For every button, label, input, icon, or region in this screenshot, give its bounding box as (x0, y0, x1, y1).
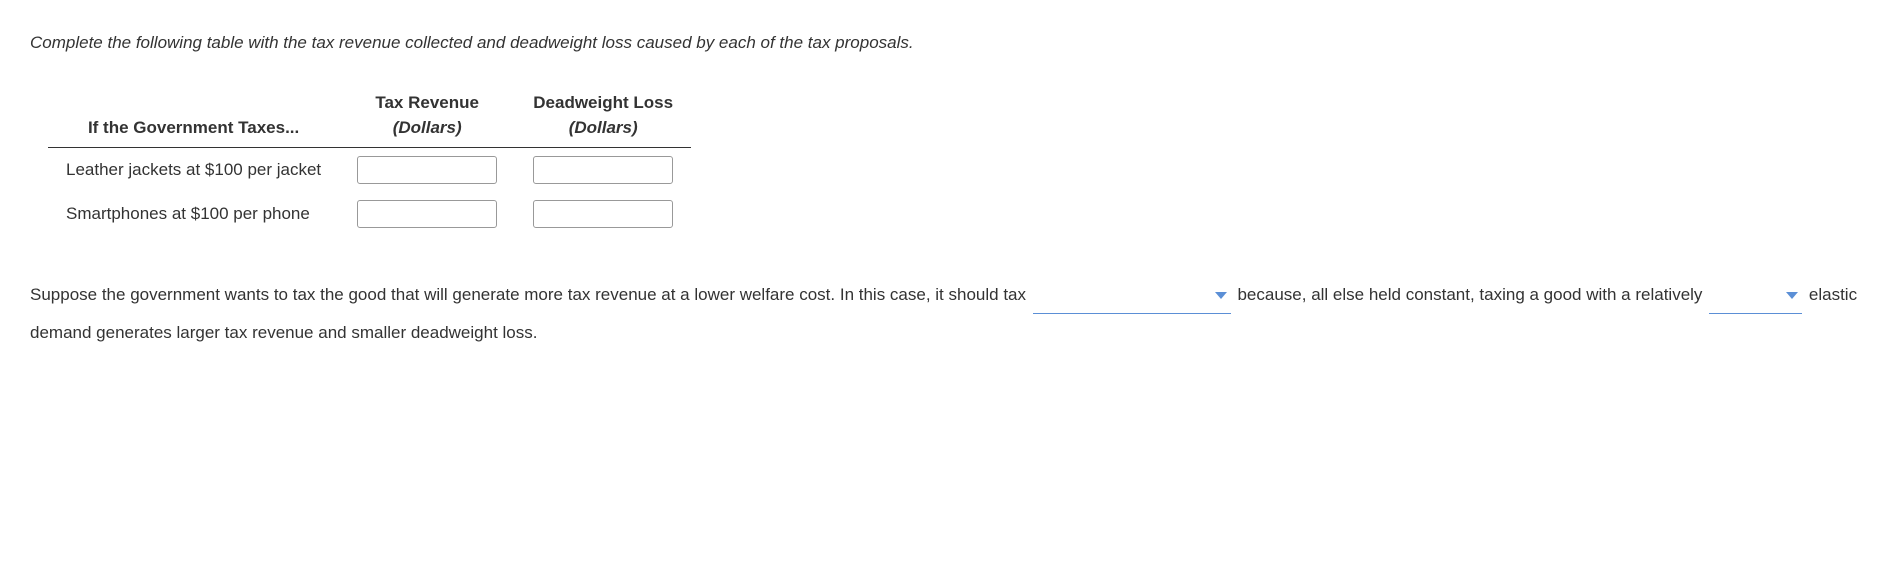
deadweight-loss-input[interactable] (533, 200, 673, 228)
col-header-revenue-line1: Tax Revenue (375, 93, 479, 112)
row-label: Leather jackets at $100 per jacket (48, 147, 339, 192)
col-header-dwl-line2: (Dollars) (533, 115, 673, 141)
col-header-revenue-line2: (Dollars) (357, 115, 497, 141)
instruction-text: Complete the following table with the ta… (30, 30, 1866, 56)
elasticity-select[interactable] (1709, 276, 1802, 314)
row-label: Smartphones at $100 per phone (48, 192, 339, 236)
table-row: Leather jackets at $100 per jacket (48, 147, 691, 192)
col-header-dwl: Deadweight Loss (Dollars) (515, 86, 691, 148)
col-header-revenue: Tax Revenue (Dollars) (339, 86, 515, 148)
tax-revenue-input[interactable] (357, 156, 497, 184)
paragraph-part1: Suppose the government wants to tax the … (30, 285, 1031, 304)
tax-revenue-input[interactable] (357, 200, 497, 228)
deadweight-loss-input[interactable] (533, 156, 673, 184)
col-header-taxes-label: If the Government Taxes... (88, 118, 299, 137)
table-row: Smartphones at $100 per phone (48, 192, 691, 236)
col-header-dwl-line1: Deadweight Loss (533, 93, 673, 112)
chevron-down-icon (1215, 292, 1227, 299)
chevron-down-icon (1786, 292, 1798, 299)
fill-paragraph: Suppose the government wants to tax the … (30, 276, 1866, 352)
tax-table: If the Government Taxes... Tax Revenue (… (48, 86, 691, 236)
col-header-taxes: If the Government Taxes... (48, 86, 339, 148)
paragraph-part2: because, all else held constant, taxing … (1237, 285, 1707, 304)
good-select[interactable] (1033, 276, 1231, 314)
